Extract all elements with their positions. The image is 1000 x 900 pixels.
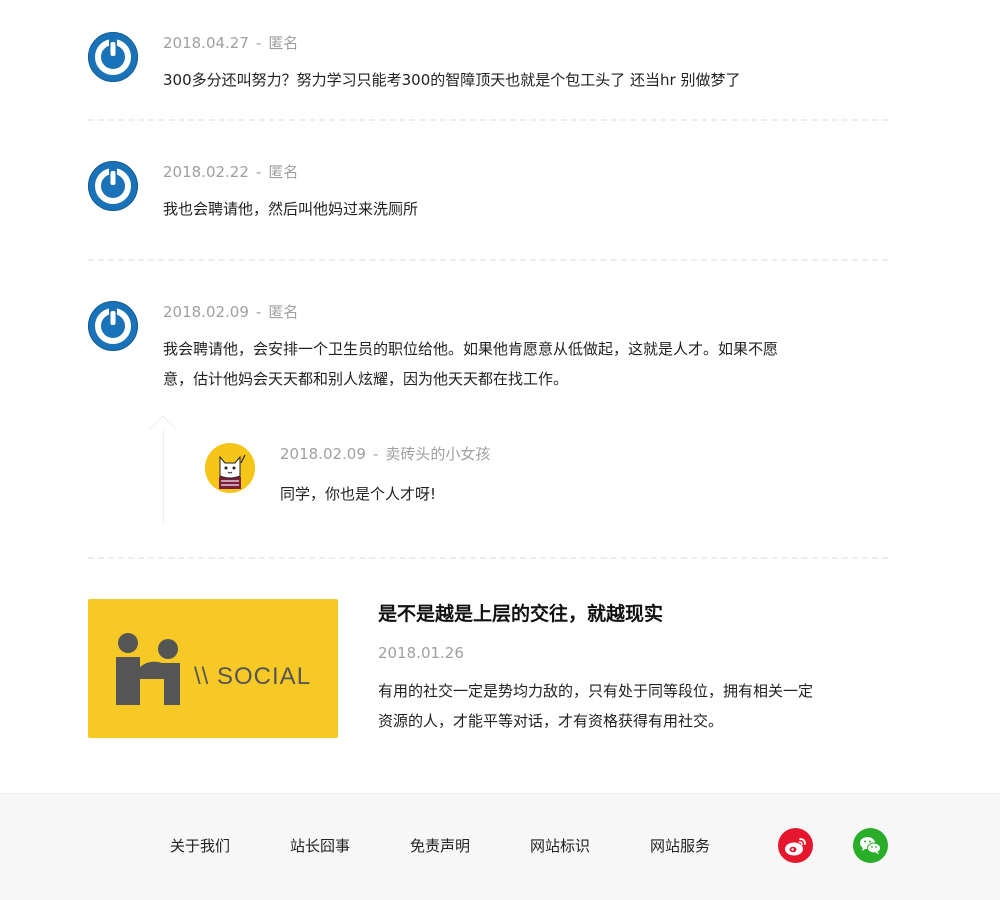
divider: [88, 119, 888, 121]
reply-date: 2018.02.09: [280, 445, 366, 463]
wechat-button[interactable]: [853, 828, 888, 863]
divider: [88, 557, 888, 559]
comment-date: 2018.02.09: [163, 303, 249, 321]
reply-text: 同学，你也是个人才呀!: [280, 485, 437, 503]
reply-pointer-icon: [149, 415, 177, 430]
weibo-button[interactable]: [778, 828, 813, 863]
footer-link-services[interactable]: 网站服务: [650, 835, 710, 856]
comment-author: 匿名: [268, 163, 299, 181]
reply-meta: 2018.02.09- 卖砖头的小女孩: [280, 443, 490, 464]
thumbnail-text: \\ SOCIAL: [194, 663, 312, 690]
meta-separator: -: [255, 303, 262, 321]
reply-avatar: [205, 443, 255, 493]
comment-text: 我会聘请他，会安排一个卫生员的职位给他。如果他肯愿意从低做起，这就是人才。如果不…: [163, 334, 873, 394]
comment-author: 匿名: [268, 34, 299, 52]
page: 2018.04.27- 匿名 300多分还叫努力？努力学习只能考300的智障顶天也…: [0, 0, 1000, 900]
comment-text: 300多分还叫努力？努力学习只能考300的智障顶天也就是个包工头了 还当hr 别…: [163, 71, 741, 89]
avatar: [88, 161, 138, 211]
footer-link-logo[interactable]: 网站标识: [530, 835, 590, 856]
comment-meta: 2018.02.22- 匿名: [163, 161, 298, 182]
avatar: [88, 301, 138, 351]
weibo-icon: [785, 838, 806, 856]
comment-item: 2018.02.09- 匿名 我会聘请他，会安排一个卫生员的职位给他。如果他肯愿意…: [88, 301, 888, 401]
divider: [88, 259, 888, 261]
comment-date: 2018.04.27: [163, 34, 249, 52]
power-logo-icon: [95, 307, 131, 344]
comment-text-line: 我会聘请他，会安排一个卫生员的职位给他。如果他肯愿意从低做起，这就是人才。如果不…: [163, 340, 779, 358]
avatar: [88, 32, 138, 82]
reply-thread: 2018.02.09- 卖砖头的小女孩 同学，你也是个人才呀!: [149, 414, 888, 524]
article-excerpt-line: 有用的社交一定是势均力敌的，只有处于同等段位，拥有相关一定: [378, 682, 814, 700]
footer: 关于我们 站长囧事 免责声明 网站标识 网站服务: [0, 793, 1000, 900]
comment-date: 2018.02.22: [163, 163, 249, 181]
meta-separator: -: [255, 34, 262, 52]
wechat-icon: [860, 837, 881, 855]
cat-avatar-icon: [205, 443, 255, 493]
article-excerpt-line: 资源的人，才能平等对话，才有资格获得有用社交。: [378, 712, 724, 730]
footer-link-disclaimer[interactable]: 免责声明: [410, 835, 470, 856]
power-logo-icon: [95, 167, 131, 204]
article-title[interactable]: 是不是越是上层的交往，就越现实: [378, 599, 663, 626]
power-logo-icon: [95, 38, 131, 75]
article-excerpt: 有用的社交一定是势均力敌的，只有处于同等段位，拥有相关一定 资源的人，才能平等对…: [378, 676, 878, 736]
comment-author: 匿名: [268, 303, 299, 321]
comment-meta: 2018.04.27- 匿名: [163, 32, 298, 53]
article-date: 2018.01.26: [378, 644, 464, 662]
meta-separator: -: [372, 445, 379, 463]
related-article: \\ SOCIAL 是不是越是上层的交往，就越现实 2018.01.26 有用的…: [88, 599, 888, 739]
article-thumbnail[interactable]: \\ SOCIAL: [88, 599, 338, 738]
reply-author[interactable]: 卖砖头的小女孩: [385, 445, 490, 463]
comment-text-line: 意，估计他妈会天天都和别人炫耀，因为他天天都在找工作。: [163, 370, 569, 388]
meta-separator: -: [255, 163, 262, 181]
comment-item: 2018.04.27- 匿名 300多分还叫努力？努力学习只能考300的智障顶天也…: [88, 32, 888, 92]
comment-text: 我也会聘请他，然后叫他妈过来洗厕所: [163, 200, 419, 218]
comment-item: 2018.02.22- 匿名 我也会聘请他，然后叫他妈过来洗厕所: [88, 161, 888, 221]
comment-meta: 2018.02.09- 匿名: [163, 301, 298, 322]
footer-link-about[interactable]: 关于我们: [170, 835, 230, 856]
footer-link-stories[interactable]: 站长囧事: [290, 835, 350, 856]
reply-border: [163, 430, 164, 524]
